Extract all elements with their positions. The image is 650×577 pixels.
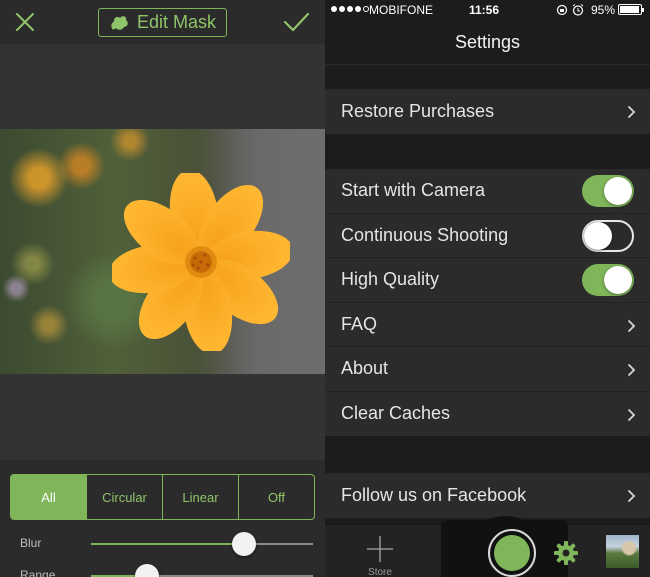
carrier-name: MOBIFONE — [369, 3, 434, 17]
chevron-right-icon — [627, 489, 636, 503]
toggle-knob — [584, 221, 612, 250]
rotation-alarm-icons — [556, 4, 584, 16]
flower-image — [112, 173, 290, 351]
mode-all[interactable]: All — [11, 475, 87, 519]
start-with-camera-row: Start with Camera — [325, 169, 650, 214]
row-label: Clear Caches — [341, 403, 451, 424]
preferences-group: Start with Camera Continuous Shooting Hi… — [325, 169, 650, 436]
continuous-shooting-row: Continuous Shooting — [325, 214, 650, 258]
blur-slider-thumb[interactable] — [232, 532, 257, 556]
blur-label: Blur — [20, 536, 42, 550]
toggle-knob — [604, 266, 632, 294]
chevron-right-icon — [627, 408, 636, 421]
about-row[interactable]: About — [325, 347, 650, 392]
high-quality-toggle[interactable] — [582, 264, 634, 296]
mask-mode-selector: All Circular Linear Off — [10, 474, 315, 520]
close-x-icon — [16, 13, 34, 31]
chevron-right-icon — [627, 105, 636, 119]
continuous-shooting-toggle[interactable] — [582, 219, 634, 252]
purchases-group: Restore Purchases — [325, 89, 650, 134]
battery-icon — [618, 4, 644, 15]
mask-blob-icon — [111, 15, 128, 30]
mode-off[interactable]: Off — [239, 475, 314, 519]
blur-slider-fill — [91, 543, 245, 545]
row-label: Continuous Shooting — [341, 224, 509, 245]
edit-mask-screen: Edit Mask All Circular Linear Off Blur R… — [0, 0, 325, 577]
status-bar: MOBIFONE 11:56 95% — [325, 0, 650, 20]
chevron-right-icon — [627, 319, 636, 332]
last-photo-thumbnail[interactable] — [606, 535, 639, 568]
store-tab[interactable]: Store — [363, 531, 397, 577]
editor-top-bar: Edit Mask — [0, 0, 325, 44]
restore-purchases-row[interactable]: Restore Purchases — [325, 89, 650, 134]
status-time: 11:56 — [469, 3, 500, 17]
photo-preview[interactable] — [0, 129, 325, 374]
social-group: Follow us on Facebook — [325, 473, 650, 518]
mode-linear[interactable]: Linear — [163, 475, 239, 519]
chevron-right-icon — [627, 363, 636, 377]
high-quality-row: High Quality — [325, 258, 650, 303]
gear-icon[interactable] — [553, 540, 579, 566]
start-with-camera-toggle[interactable] — [582, 175, 634, 207]
row-label: Restore Purchases — [341, 100, 495, 121]
close-button[interactable] — [12, 9, 38, 35]
mask-controls: All Circular Linear Off Blur Range — [0, 460, 325, 577]
capture-button[interactable] — [488, 529, 536, 577]
battery-fill — [620, 6, 639, 13]
page-title: Settings — [325, 20, 650, 65]
row-label: High Quality — [341, 269, 440, 290]
signal-strength-icon — [331, 6, 369, 12]
battery-percent: 95% — [591, 3, 616, 17]
row-label: Start with Camera — [341, 180, 486, 201]
faq-row[interactable]: FAQ — [325, 303, 650, 347]
checkmark-icon — [283, 12, 310, 32]
row-label: About — [341, 358, 389, 379]
blur-slider[interactable] — [91, 532, 313, 556]
toggle-knob — [604, 177, 632, 205]
settings-screen: MOBIFONE 11:56 95% Settings Restore Purc… — [325, 0, 650, 577]
clear-caches-row[interactable]: Clear Caches — [325, 392, 650, 437]
row-label: FAQ — [341, 313, 378, 334]
confirm-button[interactable] — [281, 9, 311, 35]
range-label: Range — [20, 568, 56, 577]
mode-circular[interactable]: Circular — [87, 475, 163, 519]
store-tab-label: Store — [368, 567, 392, 577]
range-slider-thumb[interactable] — [134, 564, 159, 577]
follow-facebook-row[interactable]: Follow us on Facebook — [325, 473, 650, 518]
row-label: Follow us on Facebook — [341, 484, 527, 505]
edit-mask-button[interactable]: Edit Mask — [98, 8, 227, 37]
plus-icon — [367, 536, 393, 562]
edit-mask-label: Edit Mask — [136, 12, 217, 32]
shutter-dot — [494, 535, 530, 571]
